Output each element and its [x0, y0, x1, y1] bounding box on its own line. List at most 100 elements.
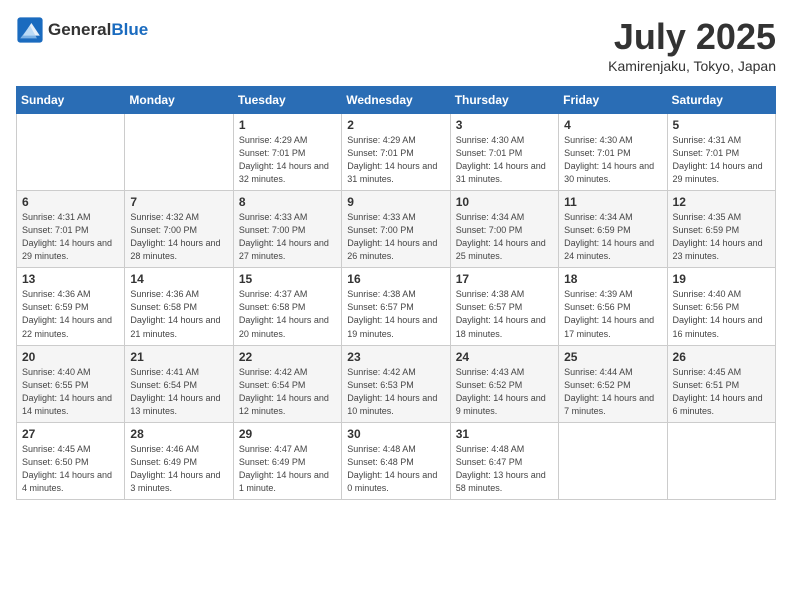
logo-text: GeneralBlue: [48, 20, 148, 40]
day-of-week-header: Wednesday: [342, 87, 450, 114]
day-number: 25: [564, 350, 661, 364]
day-info: Sunrise: 4:38 AM Sunset: 6:57 PM Dayligh…: [347, 288, 444, 340]
day-number: 15: [239, 272, 336, 286]
calendar-cell: 21 Sunrise: 4:41 AM Sunset: 6:54 PM Dayli…: [125, 345, 233, 422]
calendar-cell: 25Sunrise: 4:44 AM Sunset: 6:52 PM Dayli…: [559, 345, 667, 422]
calendar-cell: 23 Sunrise: 4:42 AM Sunset: 6:53 PM Dayli…: [342, 345, 450, 422]
day-info: Sunrise: 4:41 AM Sunset: 6:54 PM Dayligh…: [130, 366, 227, 418]
day-number: 12: [673, 195, 770, 209]
day-info: Sunrise: 4:31 AM Sunset: 7:01 PM Dayligh…: [22, 211, 119, 263]
day-info: Sunrise: 4:48 AM Sunset: 6:47 PM Dayligh…: [456, 443, 553, 495]
calendar-cell: 9 Sunrise: 4:33 AM Sunset: 7:00 PM Daylig…: [342, 191, 450, 268]
day-info: Sunrise: 4:48 AM Sunset: 6:48 PM Dayligh…: [347, 443, 444, 495]
day-info: Sunrise: 4:43 AM Sunset: 6:52 PM Dayligh…: [456, 366, 553, 418]
day-number: 20: [22, 350, 119, 364]
day-number: 5: [673, 118, 770, 132]
day-info: Sunrise: 4:38 AM Sunset: 6:57 PM Dayligh…: [456, 288, 553, 340]
day-number: 13: [22, 272, 119, 286]
title-block: July 2025 Kamirenjaku, Tokyo, Japan: [608, 16, 776, 74]
day-info: Sunrise: 4:42 AM Sunset: 6:53 PM Dayligh…: [347, 366, 444, 418]
day-info: Sunrise: 4:39 AM Sunset: 6:56 PM Dayligh…: [564, 288, 661, 340]
day-info: Sunrise: 4:29 AM Sunset: 7:01 PM Dayligh…: [347, 134, 444, 186]
day-number: 18: [564, 272, 661, 286]
day-info: Sunrise: 4:30 AM Sunset: 7:01 PM Dayligh…: [456, 134, 553, 186]
calendar: SundayMondayTuesdayWednesdayThursdayFrid…: [16, 86, 776, 500]
calendar-cell: 4 Sunrise: 4:30 AM Sunset: 7:01 PM Daylig…: [559, 114, 667, 191]
day-number: 1: [239, 118, 336, 132]
calendar-week-row: 6Sunrise: 4:31 AM Sunset: 7:01 PM Daylig…: [17, 191, 776, 268]
day-number: 27: [22, 427, 119, 441]
day-number: 11: [564, 195, 661, 209]
calendar-cell: 16 Sunrise: 4:38 AM Sunset: 6:57 PM Dayli…: [342, 268, 450, 345]
day-info: Sunrise: 4:40 AM Sunset: 6:56 PM Dayligh…: [673, 288, 770, 340]
day-number: 9: [347, 195, 444, 209]
calendar-cell: 28 Sunrise: 4:46 AM Sunset: 6:49 PM Dayli…: [125, 422, 233, 499]
calendar-cell: 8Sunrise: 4:33 AM Sunset: 7:00 PM Daylig…: [233, 191, 341, 268]
calendar-cell: 20 Sunrise: 4:40 AM Sunset: 6:55 PM Dayli…: [17, 345, 125, 422]
calendar-cell: 3 Sunrise: 4:30 AM Sunset: 7:01 PM Daylig…: [450, 114, 558, 191]
day-info: Sunrise: 4:33 AM Sunset: 7:00 PM Dayligh…: [347, 211, 444, 263]
day-number: 17: [456, 272, 553, 286]
month-title: July 2025: [608, 16, 776, 58]
day-number: 19: [673, 272, 770, 286]
day-number: 4: [564, 118, 661, 132]
calendar-cell: 17 Sunrise: 4:38 AM Sunset: 6:57 PM Dayli…: [450, 268, 558, 345]
day-info: Sunrise: 4:34 AM Sunset: 7:00 PM Dayligh…: [456, 211, 553, 263]
day-number: 30: [347, 427, 444, 441]
day-number: 28: [130, 427, 227, 441]
calendar-cell: 30 Sunrise: 4:48 AM Sunset: 6:48 PM Dayli…: [342, 422, 450, 499]
day-number: 3: [456, 118, 553, 132]
calendar-cell: 22Sunrise: 4:42 AM Sunset: 6:54 PM Dayli…: [233, 345, 341, 422]
calendar-cell: 2 Sunrise: 4:29 AM Sunset: 7:01 PM Daylig…: [342, 114, 450, 191]
calendar-cell: [17, 114, 125, 191]
calendar-cell: 18 Sunrise: 4:39 AM Sunset: 6:56 PM Dayli…: [559, 268, 667, 345]
day-number: 21: [130, 350, 227, 364]
calendar-cell: [667, 422, 775, 499]
calendar-cell: 1Sunrise: 4:29 AM Sunset: 7:01 PM Daylig…: [233, 114, 341, 191]
calendar-cell: 5Sunrise: 4:31 AM Sunset: 7:01 PM Daylig…: [667, 114, 775, 191]
location-title: Kamirenjaku, Tokyo, Japan: [608, 58, 776, 74]
logo-general: General: [48, 20, 111, 39]
day-info: Sunrise: 4:46 AM Sunset: 6:49 PM Dayligh…: [130, 443, 227, 495]
day-number: 14: [130, 272, 227, 286]
day-number: 26: [673, 350, 770, 364]
day-info: Sunrise: 4:45 AM Sunset: 6:51 PM Dayligh…: [673, 366, 770, 418]
day-number: 24: [456, 350, 553, 364]
day-of-week-header: Monday: [125, 87, 233, 114]
day-of-week-header: Saturday: [667, 87, 775, 114]
day-info: Sunrise: 4:36 AM Sunset: 6:58 PM Dayligh…: [130, 288, 227, 340]
calendar-cell: 27 Sunrise: 4:45 AM Sunset: 6:50 PM Dayli…: [17, 422, 125, 499]
calendar-cell: 15Sunrise: 4:37 AM Sunset: 6:58 PM Dayli…: [233, 268, 341, 345]
day-info: Sunrise: 4:40 AM Sunset: 6:55 PM Dayligh…: [22, 366, 119, 418]
calendar-cell: 14 Sunrise: 4:36 AM Sunset: 6:58 PM Dayli…: [125, 268, 233, 345]
calendar-week-row: 27 Sunrise: 4:45 AM Sunset: 6:50 PM Dayli…: [17, 422, 776, 499]
logo-blue: Blue: [111, 20, 148, 39]
day-number: 23: [347, 350, 444, 364]
logo-icon: [16, 16, 44, 44]
day-info: Sunrise: 4:45 AM Sunset: 6:50 PM Dayligh…: [22, 443, 119, 495]
day-info: Sunrise: 4:35 AM Sunset: 6:59 PM Dayligh…: [673, 211, 770, 263]
calendar-cell: 13 Sunrise: 4:36 AM Sunset: 6:59 PM Dayli…: [17, 268, 125, 345]
calendar-cell: 7Sunrise: 4:32 AM Sunset: 7:00 PM Daylig…: [125, 191, 233, 268]
calendar-cell: 24 Sunrise: 4:43 AM Sunset: 6:52 PM Dayli…: [450, 345, 558, 422]
day-info: Sunrise: 4:30 AM Sunset: 7:01 PM Dayligh…: [564, 134, 661, 186]
day-number: 31: [456, 427, 553, 441]
calendar-cell: [125, 114, 233, 191]
calendar-cell: 6Sunrise: 4:31 AM Sunset: 7:01 PM Daylig…: [17, 191, 125, 268]
day-number: 7: [130, 195, 227, 209]
day-of-week-header: Friday: [559, 87, 667, 114]
calendar-cell: [559, 422, 667, 499]
day-info: Sunrise: 4:42 AM Sunset: 6:54 PM Dayligh…: [239, 366, 336, 418]
day-info: Sunrise: 4:36 AM Sunset: 6:59 PM Dayligh…: [22, 288, 119, 340]
calendar-week-row: 13 Sunrise: 4:36 AM Sunset: 6:59 PM Dayli…: [17, 268, 776, 345]
day-info: Sunrise: 4:34 AM Sunset: 6:59 PM Dayligh…: [564, 211, 661, 263]
day-number: 16: [347, 272, 444, 286]
day-number: 2: [347, 118, 444, 132]
logo: GeneralBlue: [16, 16, 148, 44]
calendar-cell: 26 Sunrise: 4:45 AM Sunset: 6:51 PM Dayli…: [667, 345, 775, 422]
calendar-cell: 19 Sunrise: 4:40 AM Sunset: 6:56 PM Dayli…: [667, 268, 775, 345]
day-of-week-header: Thursday: [450, 87, 558, 114]
day-of-week-header: Sunday: [17, 87, 125, 114]
calendar-cell: 12 Sunrise: 4:35 AM Sunset: 6:59 PM Dayli…: [667, 191, 775, 268]
calendar-cell: 11 Sunrise: 4:34 AM Sunset: 6:59 PM Dayli…: [559, 191, 667, 268]
